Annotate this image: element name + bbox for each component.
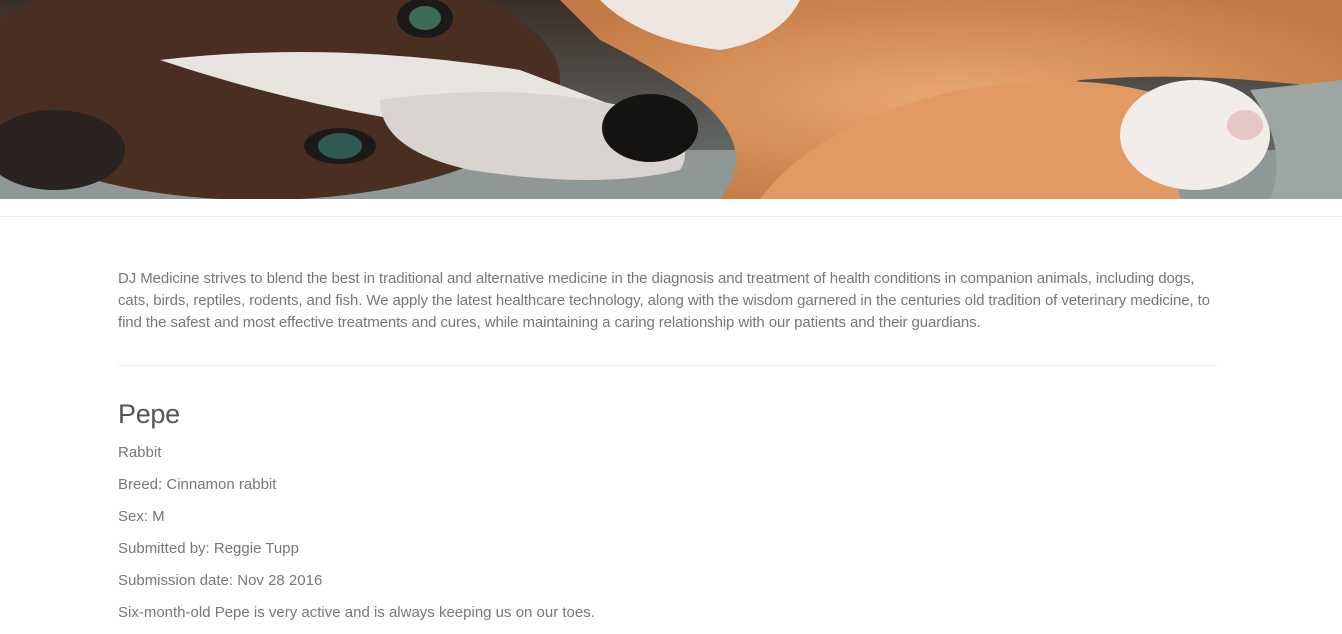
intro-paragraph: DJ Medicine strives to blend the best in… [118, 270, 1210, 331]
dog-and-cat-photo-icon [0, 0, 1342, 199]
pet-submitted-by: Submitted by: Reggie Tupp [118, 540, 299, 557]
pet-details: Rabbit Breed: Cinnamon rabbit Sex: M Sub… [118, 442, 1218, 634]
main-content: DJ Medicine strives to blend the best in… [118, 268, 1218, 634]
pet-description: Six-month-old Pepe is very active and is… [118, 604, 595, 621]
hero-banner [0, 0, 1342, 199]
section-divider [118, 365, 1218, 366]
pet-species: Rabbit [118, 444, 162, 461]
hero-divider [0, 216, 1342, 217]
pet-sex: Sex: M [118, 508, 165, 525]
pet-name-heading: Pepe [118, 399, 180, 429]
pet-submission-date: Submission date: Nov 28 2016 [118, 572, 323, 589]
pet-breed: Breed: Cinnamon rabbit [118, 476, 277, 493]
